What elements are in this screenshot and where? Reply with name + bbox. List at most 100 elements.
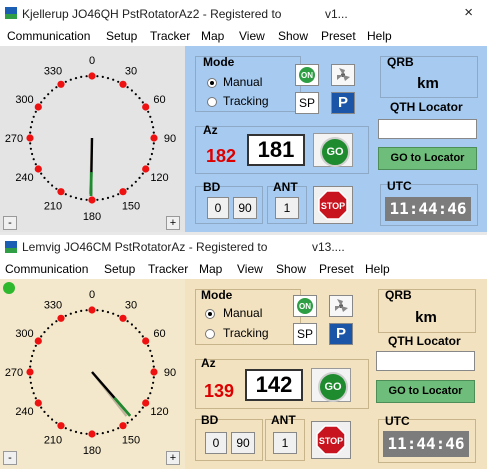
dial-tick [69,312,72,315]
menu-communication[interactable]: Communication [7,29,90,43]
utc-clock: 11:44:46 [383,431,469,457]
title-bar[interactable]: Kjellerup JO46QH PstRotatorAz2 - Registe… [0,0,487,26]
menu-communication[interactable]: Communication [5,262,88,276]
mode-manual-radio[interactable] [207,78,217,88]
mode-tracking-radio[interactable] [207,97,217,107]
zoom-in-button[interactable]: + [166,216,180,230]
on-button[interactable]: ON [295,64,319,86]
dial-tick [51,418,54,421]
dial-label: 0 [89,55,95,67]
azimuth-dial[interactable]: 0 30 60 90 120 150 180 210 240 270 300 330 [0,279,185,469]
dial-tick [96,309,99,312]
dial-tick [55,421,58,424]
bd-0-button[interactable]: 0 [207,197,229,219]
menu-help[interactable]: Help [367,29,392,43]
azimuth-needle-tip [113,396,132,417]
az-current-value[interactable]: 181 [247,134,305,166]
dial-major-dot [88,72,96,80]
stop-button[interactable]: STOP [311,421,351,459]
menu-tracker[interactable]: Tracker [150,29,190,43]
menu-setup[interactable]: Setup [106,29,137,43]
stop-label: STOP [319,436,343,446]
park-button[interactable]: P [331,92,355,114]
zoom-in-button[interactable]: + [166,451,180,465]
dial-major-dot [150,134,158,142]
fan-button[interactable] [331,64,355,86]
dial-tick [47,93,50,96]
dial-tick [64,80,67,83]
go-to-locator-button[interactable]: GO to Locator [378,147,477,170]
dial-tick [112,195,115,198]
sp-button[interactable]: SP [295,92,319,114]
az-current-value[interactable]: 142 [245,369,303,401]
bd-90-button[interactable]: 90 [233,197,257,219]
dial-tick [117,314,120,317]
go-to-locator-button[interactable]: GO to Locator [376,380,475,403]
close-button[interactable]: × [464,4,473,21]
bd-90-button[interactable]: 90 [231,432,255,454]
fan-button[interactable] [329,295,353,317]
dial-tick [117,193,120,196]
dial-tick [30,152,34,156]
azimuth-dial[interactable]: 0 30 60 90 120 150 180 210 240 270 300 330 [0,46,185,232]
dial-tick [152,131,155,134]
dial-major-dot [34,165,42,173]
dial-major-dot [142,165,150,173]
dial-tick [152,147,155,150]
dial-tick [43,176,46,179]
window-title-version: v1... [325,7,348,21]
mode-manual-radio[interactable] [205,309,215,319]
dial-tick [149,349,152,352]
dial-tick [138,97,141,100]
sp-button[interactable]: SP [293,323,317,345]
menu-help[interactable]: Help [365,262,390,276]
go-button[interactable]: GO [313,133,353,167]
zoom-out-button[interactable]: - [3,216,17,230]
dial-label: 30 [125,66,137,78]
ant-1-button[interactable]: 1 [275,197,299,219]
dial-tick [29,360,32,363]
on-button[interactable]: ON [293,295,317,317]
bd-0-button[interactable]: 0 [205,432,227,454]
go-button[interactable]: GO [311,368,351,402]
dial-tick [130,184,133,187]
menu-view[interactable]: View [237,262,263,276]
dial-tick [141,101,144,104]
dial-label: 270 [5,133,23,145]
window-title: Kjellerup JO46QH PstRotatorAz2 - Registe… [22,7,282,21]
qth-locator-input[interactable] [376,351,475,371]
menu-view[interactable]: View [239,29,265,43]
dial-tick [29,142,32,145]
menu-show[interactable]: Show [278,29,308,43]
ant-label: ANT [271,413,296,427]
mode-tracking-radio[interactable] [205,329,215,339]
dial-tick [34,163,37,166]
zoom-out-button[interactable]: - [3,451,17,465]
dial-tick [80,75,83,78]
dial-major-dot [57,422,65,430]
dial-major-dot [88,430,96,438]
menu-preset[interactable]: Preset [319,262,354,276]
dial-major-dot [57,314,65,322]
qrb-unit: km [417,75,439,92]
menu-map[interactable]: Map [201,29,224,43]
dial-major-dot [57,188,65,196]
park-button[interactable]: P [329,323,353,345]
dial-major-dot [26,368,34,376]
dial-major-dot [119,422,127,430]
menu-setup[interactable]: Setup [104,262,135,276]
menu-bar: Communication Setup Tracker Map View Sho… [0,26,487,46]
dial-label: 0 [89,289,95,301]
menu-preset[interactable]: Preset [321,29,356,43]
qth-locator-input[interactable] [378,119,477,139]
menu-show[interactable]: Show [276,262,306,276]
dial-tick [32,349,35,352]
ant-1-button[interactable]: 1 [273,432,297,454]
dial-tick [149,115,152,118]
title-bar[interactable]: Lemvig JO46CM PstRotatorAz - Registered … [0,235,487,259]
menu-tracker[interactable]: Tracker [148,262,188,276]
go-icon: GO [320,137,350,167]
dial-tick [150,152,153,156]
menu-map[interactable]: Map [199,262,222,276]
stop-button[interactable]: STOP [313,186,353,224]
